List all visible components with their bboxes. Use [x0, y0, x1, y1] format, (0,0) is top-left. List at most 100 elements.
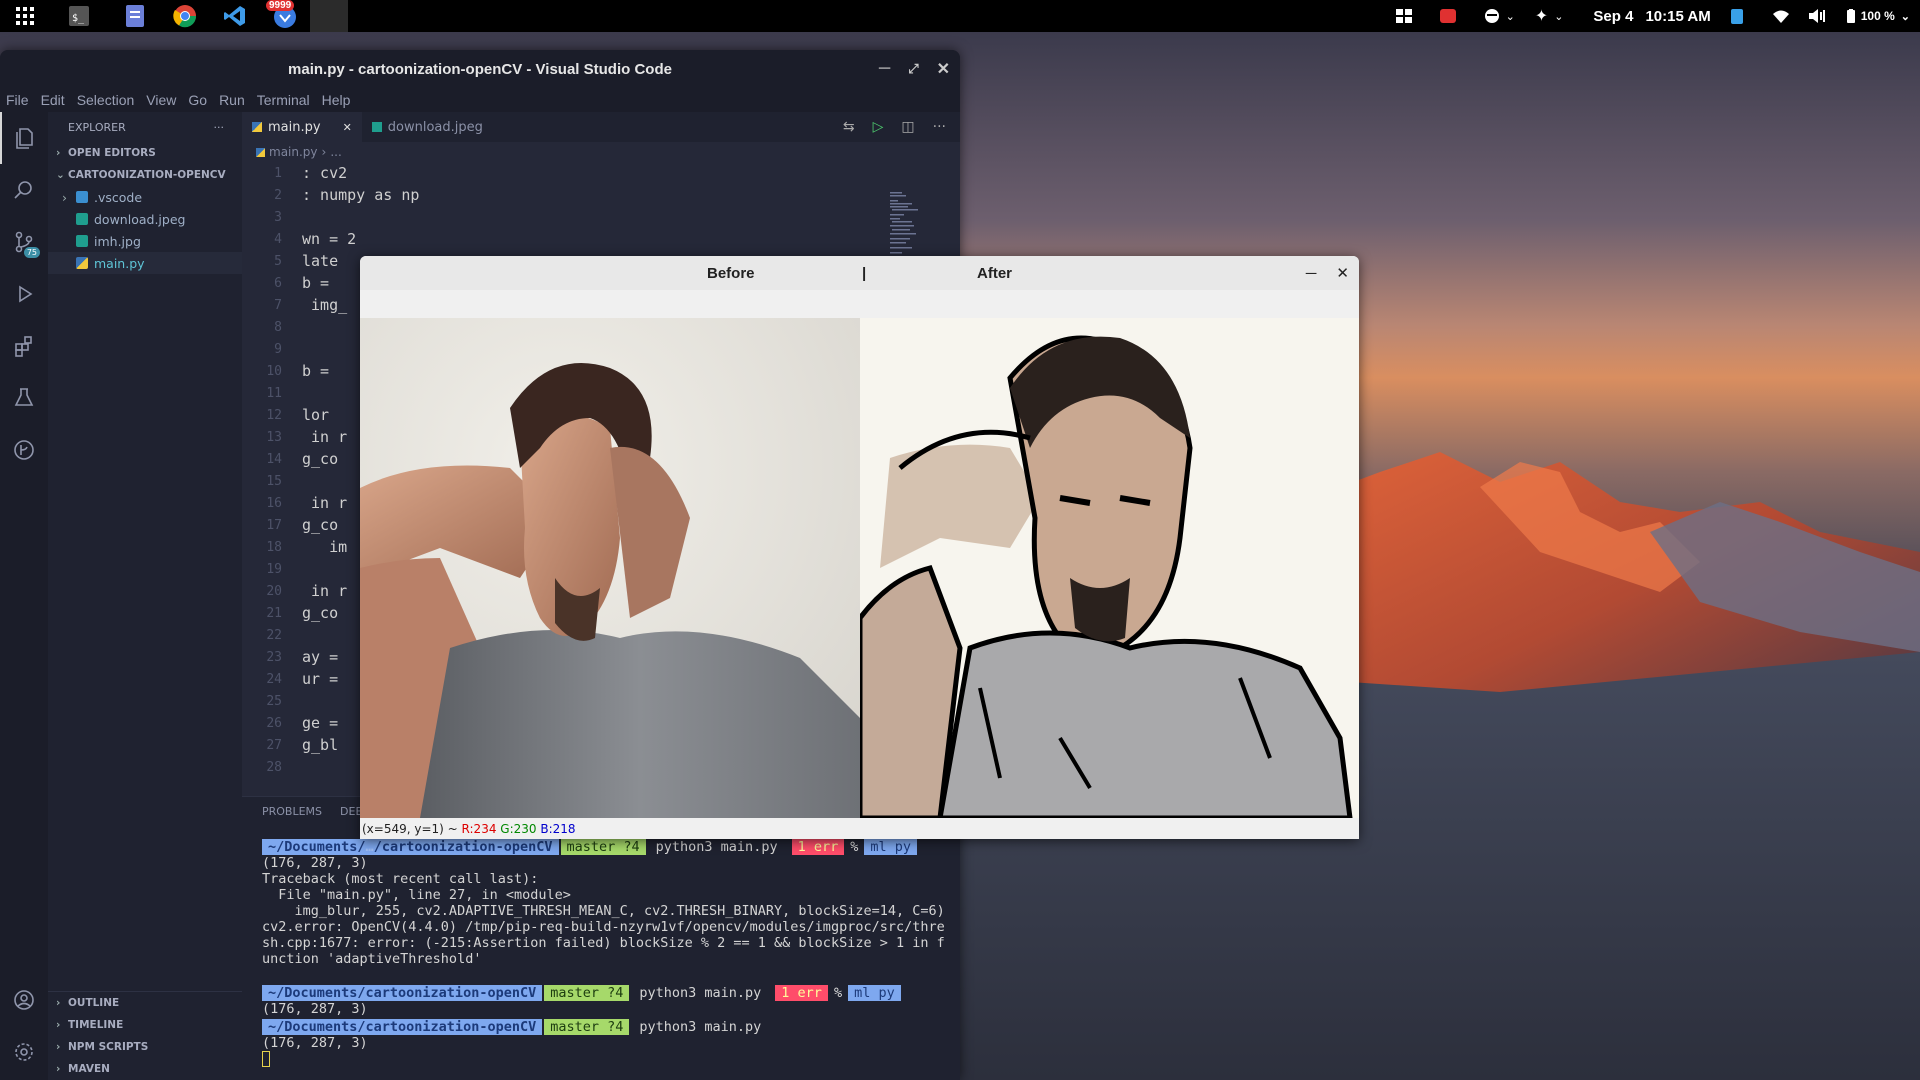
project-section[interactable]: ⌄ CARTOONIZATION-OPENCV	[48, 164, 242, 186]
menu-run[interactable]: Run	[219, 92, 245, 108]
active-window-app-icon[interactable]	[310, 0, 348, 32]
split-editor-icon[interactable]: ◫	[901, 119, 914, 135]
close-icon[interactable]: ✕	[937, 59, 950, 79]
after-image	[859, 318, 1359, 818]
minimap[interactable]	[890, 192, 920, 262]
terminal[interactable]: ~/Documents/…/cartoonization-openCV mast…	[262, 837, 950, 1067]
section-label: MAVEN	[68, 1063, 110, 1075]
tab-download-jpeg[interactable]: download.jpeg	[362, 112, 493, 142]
menu-file[interactable]: File	[6, 92, 29, 108]
app-grid-icon[interactable]	[0, 0, 50, 32]
line-text: wn = 2	[302, 230, 357, 248]
text-editor-app-icon[interactable]	[110, 0, 160, 32]
terminal-output: (176, 287, 3)	[262, 1001, 368, 1017]
minimize-icon[interactable]: ─	[1306, 265, 1317, 282]
menu-help[interactable]: Help	[322, 92, 351, 108]
line-number: 14	[266, 451, 282, 467]
npm-scripts-section[interactable]: › NPM SCRIPTS	[48, 1036, 242, 1058]
line-number: 28	[266, 759, 282, 775]
line-number: 10	[266, 363, 282, 379]
vscode-titlebar[interactable]: main.py - cartoonization-openCV - Visual…	[0, 50, 960, 88]
menu-selection[interactable]: Selection	[77, 92, 135, 108]
menu-go[interactable]: Go	[188, 92, 207, 108]
image-display[interactable]	[360, 318, 1359, 818]
menu-terminal[interactable]: Terminal	[257, 92, 310, 108]
code-line[interactable]: 2: numpy as np	[242, 184, 960, 206]
vscode-app-icon[interactable]	[210, 0, 260, 32]
line-number: 16	[266, 495, 282, 511]
maven-section[interactable]: › MAVEN	[48, 1058, 242, 1080]
menu-edit[interactable]: Edit	[41, 92, 65, 108]
file-item-download-jpeg[interactable]: download.jpeg	[48, 208, 242, 230]
line-text: g_bl	[302, 736, 339, 754]
compare-icon[interactable]: ⇆	[843, 119, 855, 135]
file-item-imh-jpg[interactable]: imh.jpg	[48, 230, 242, 252]
timeline-section[interactable]: › TIMELINE	[48, 1014, 242, 1036]
line-text: b =	[302, 274, 330, 292]
maximize-icon[interactable]: ⤢	[908, 61, 918, 77]
testing-icon[interactable]	[0, 372, 48, 424]
recording-icon[interactable]	[1422, 9, 1474, 23]
tab-close-icon[interactable]: ✕	[343, 121, 352, 134]
search-icon[interactable]	[0, 164, 48, 216]
terminal-app-icon[interactable]: $_	[54, 0, 104, 32]
line-text: ay =	[302, 648, 339, 666]
line-number: 1	[274, 165, 282, 181]
file-label: main.py	[94, 255, 145, 271]
more-actions-icon[interactable]: ···	[214, 121, 225, 134]
open-editors-section[interactable]: › OPEN EDITORS	[48, 142, 242, 164]
volume-icon[interactable]	[1799, 9, 1837, 23]
file-item-vscode[interactable]: › .vscode	[48, 186, 242, 208]
line-number: 11	[266, 385, 282, 401]
title-separator: |	[862, 264, 867, 282]
menu-view[interactable]: View	[146, 92, 176, 108]
mail-app-icon[interactable]: 9999	[260, 0, 310, 32]
outline-section[interactable]: › OUTLINE	[48, 991, 242, 1014]
more-actions-icon[interactable]: ···	[933, 119, 946, 135]
tab-main-py[interactable]: main.py ✕	[242, 112, 362, 142]
accessibility-menu-icon[interactable]: ✦ ⌄	[1525, 6, 1574, 26]
prompt-env: ml py	[864, 839, 917, 855]
clipboard-icon[interactable]	[1721, 8, 1753, 24]
before-after-titlebar[interactable]: Before | After ─ ✕	[360, 256, 1359, 290]
source-control-icon[interactable]: 75	[0, 216, 48, 268]
traceback-line: cv2.error: OpenCV(4.4.0) /tmp/pip-req-bu…	[262, 919, 945, 935]
close-icon[interactable]: ✕	[1336, 264, 1349, 282]
file-label: .vscode	[94, 189, 143, 205]
python-file-icon	[256, 147, 265, 157]
chrome-app-icon[interactable]	[160, 0, 210, 32]
traceback-line: img_blur, 255, cv2.ADAPTIVE_THRESH_MEAN_…	[262, 903, 945, 919]
run-file-icon[interactable]: ▷	[873, 119, 884, 135]
panel-tab-problems[interactable]: PROBLEMS	[262, 805, 322, 818]
settings-gear-icon[interactable]	[0, 1026, 48, 1078]
wifi-icon[interactable]	[1753, 10, 1799, 23]
accounts-icon[interactable]	[0, 974, 48, 1026]
extensions-icon[interactable]	[0, 320, 48, 372]
code-line[interactable]: 3	[242, 206, 960, 228]
prompt-command: python3 main.py	[639, 1019, 762, 1035]
git-graph-icon[interactable]	[0, 424, 48, 476]
prompt-path: ~/Documents/…/cartoonization-openCV	[262, 839, 559, 855]
line-number: 7	[274, 297, 282, 313]
code-line[interactable]: 4 wn = 2	[242, 228, 960, 250]
run-debug-icon[interactable]	[0, 268, 48, 320]
battery[interactable]: 100 % ⌄	[1837, 9, 1920, 23]
line-number: 29	[242, 782, 282, 783]
layout-icon[interactable]	[1386, 9, 1422, 23]
before-after-window[interactable]: Before | After ─ ✕ (x=549, y=1) ~ R:234 …	[360, 256, 1359, 839]
svg-text:$_: $_	[72, 13, 85, 24]
pixel-status-bar: (x=549, y=1) ~ R:234 G:230 B:218	[360, 818, 1359, 839]
code-line[interactable]: 1: cv2	[242, 162, 960, 184]
breadcrumb-more[interactable]: ...	[330, 145, 341, 159]
emoji-menu-icon[interactable]: ⌄	[1474, 8, 1525, 24]
clock[interactable]: Sep 4 10:15 AM	[1573, 8, 1720, 25]
line-number: 13	[266, 429, 282, 445]
explorer-icon[interactable]	[0, 112, 50, 164]
terminal-output: (176, 287, 3)	[262, 1035, 368, 1051]
traceback-line: Traceback (most recent call last):	[262, 871, 539, 887]
breadcrumb-file[interactable]: main.py	[269, 145, 318, 159]
file-item-main-py[interactable]: main.py	[48, 252, 242, 274]
before-title: Before	[707, 264, 755, 282]
minimize-icon[interactable]: ─	[879, 60, 890, 78]
pixel-coords: (x=549, y=1) ~	[362, 821, 458, 836]
